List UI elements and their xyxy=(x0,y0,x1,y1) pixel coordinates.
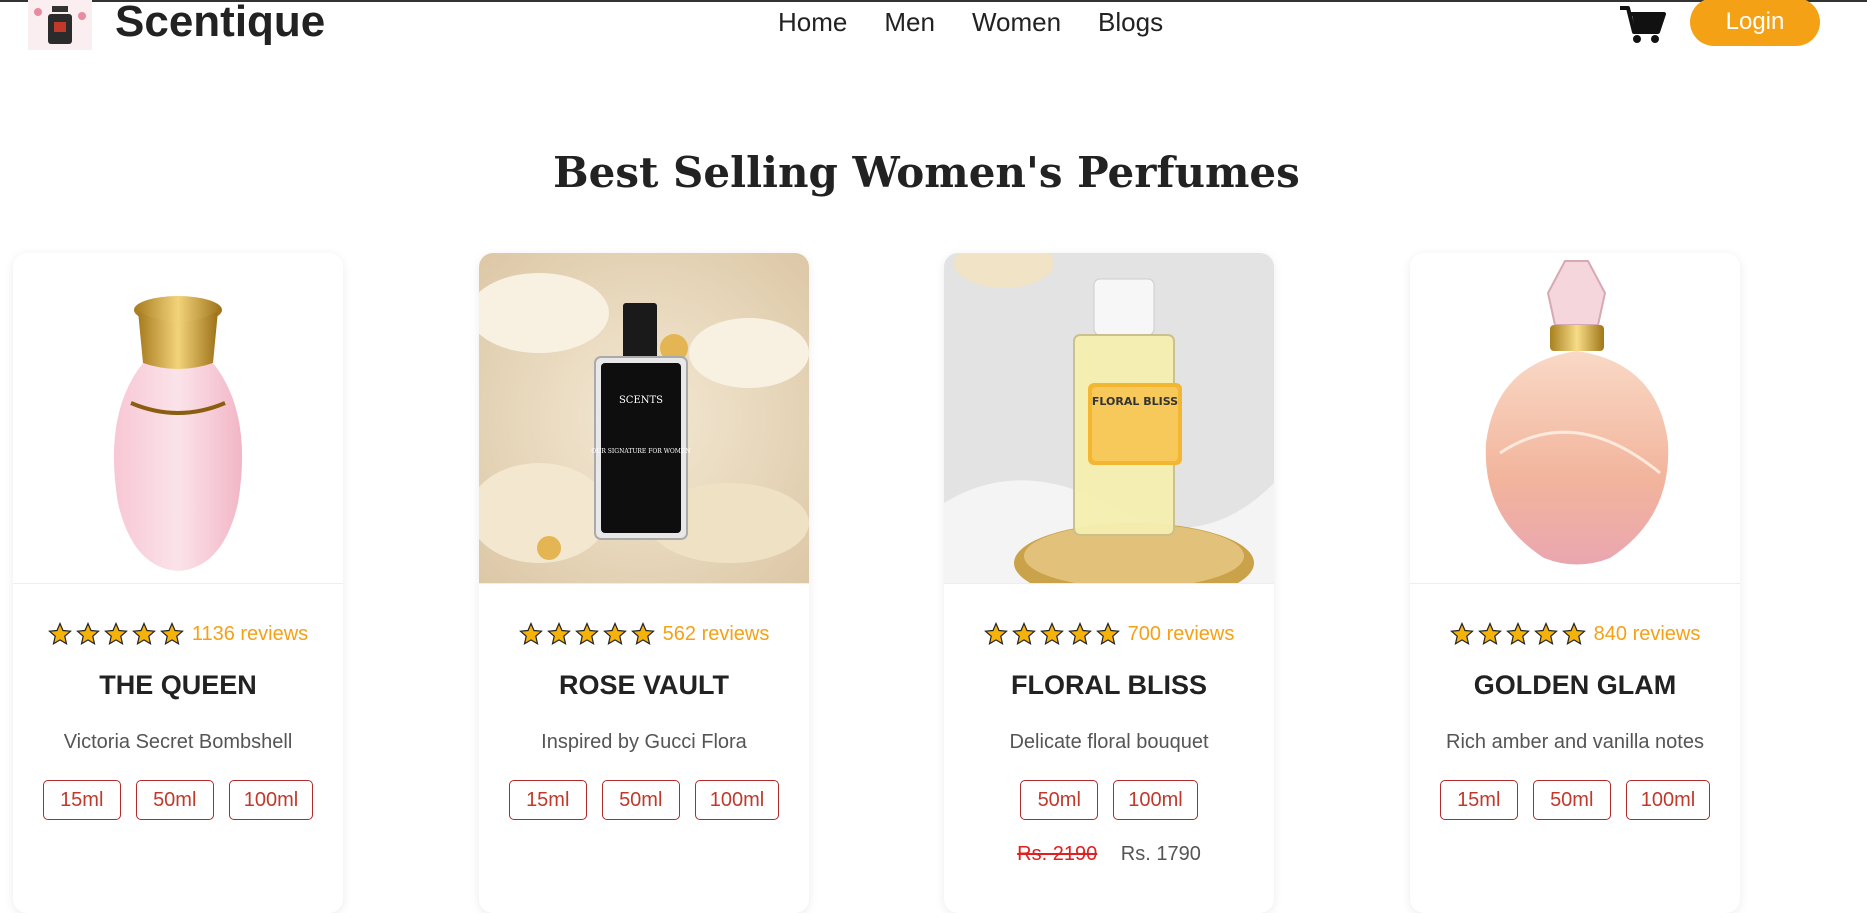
star-icon xyxy=(159,622,184,646)
size-option-15ml[interactable]: 15ml xyxy=(1439,780,1518,820)
size-option-100ml[interactable]: 100ml xyxy=(1625,780,1711,820)
product-image[interactable]: FLORAL BLISS xyxy=(944,253,1274,584)
size-option-100ml[interactable]: 100ml xyxy=(1113,780,1198,820)
product-image[interactable]: SCENTS OUR SIGNATURE FOR WOMEN xyxy=(479,253,809,584)
product-description: Delicate floral bouquet xyxy=(1009,731,1209,753)
product-description: Rich amber and vanilla notes xyxy=(1446,731,1704,753)
star-icon xyxy=(1533,622,1558,646)
star-icon xyxy=(47,622,72,646)
size-option-100ml[interactable]: 100ml xyxy=(694,780,780,820)
product-image[interactable] xyxy=(1410,253,1740,584)
nav-home[interactable]: Home xyxy=(778,6,847,38)
star-rating xyxy=(47,622,184,646)
star-icon xyxy=(630,622,655,646)
bottle-label: SCENTS xyxy=(619,395,663,406)
size-option-50ml[interactable]: 50ml xyxy=(135,780,214,820)
nav-blogs[interactable]: Blogs xyxy=(1098,6,1163,38)
star-icon xyxy=(103,622,128,646)
star-icon xyxy=(1561,622,1586,646)
product-description: Inspired by Gucci Flora xyxy=(541,731,747,753)
section-title: Best Selling Women's Perfumes xyxy=(553,148,1300,197)
size-option-15ml[interactable]: 15ml xyxy=(508,780,587,820)
login-button[interactable]: Login xyxy=(1690,0,1820,46)
star-icon xyxy=(1039,622,1064,646)
size-option-50ml[interactable]: 50ml xyxy=(1532,780,1611,820)
star-icon xyxy=(75,622,100,646)
star-icon xyxy=(1067,622,1092,646)
size-options: 15ml 50ml 100ml xyxy=(1435,780,1715,820)
review-count[interactable]: 1136 reviews xyxy=(192,623,308,646)
rating-row: 1136 reviews xyxy=(13,622,343,646)
product-name: THE QUEEN xyxy=(99,670,257,700)
star-icon xyxy=(1095,622,1120,646)
star-icon xyxy=(131,622,156,646)
product-name: GOLDEN GLAM xyxy=(1473,670,1677,700)
size-options: 50ml 100ml xyxy=(944,780,1274,820)
star-icon xyxy=(602,622,627,646)
star-icon xyxy=(518,622,543,646)
product-description: Victoria Secret Bombshell xyxy=(63,731,293,753)
size-option-50ml[interactable]: 50ml xyxy=(1020,780,1099,820)
rating-row: 840 reviews xyxy=(1410,622,1740,646)
brand-name[interactable]: Scentique xyxy=(115,0,325,44)
product-card[interactable]: SCENTS OUR SIGNATURE FOR WOMEN 562 revie… xyxy=(479,253,809,913)
star-icon xyxy=(1477,622,1502,646)
review-count[interactable]: 700 reviews xyxy=(1128,623,1235,646)
rating-row: 700 reviews xyxy=(944,622,1274,646)
bottle-sublabel: OUR SIGNATURE FOR WOMEN xyxy=(591,448,690,455)
review-count[interactable]: 840 reviews xyxy=(1594,623,1701,646)
product-name: ROSE VAULT xyxy=(558,670,729,700)
star-icon xyxy=(1011,622,1036,646)
star-rating xyxy=(983,622,1120,646)
rating-row: 562 reviews xyxy=(479,622,809,646)
original-price: Rs. 2190 xyxy=(1017,843,1098,865)
nav-men[interactable]: Men xyxy=(884,6,935,38)
product-card[interactable]: FLORAL BLISS 700 reviews FLORAL BLISS De… xyxy=(944,253,1274,913)
star-rating xyxy=(518,622,655,646)
product-card[interactable]: 1136 reviews THE QUEEN Victoria Secret B… xyxy=(13,253,343,913)
product-image[interactable] xyxy=(13,253,343,584)
star-icon xyxy=(1505,622,1530,646)
star-icon xyxy=(1449,622,1474,646)
star-icon xyxy=(546,622,571,646)
star-icon xyxy=(574,622,599,646)
size-option-15ml[interactable]: 15ml xyxy=(42,780,121,820)
review-count[interactable]: 562 reviews xyxy=(663,623,770,646)
size-options: 15ml 50ml 100ml xyxy=(504,780,784,820)
size-option-50ml[interactable]: 50ml xyxy=(601,780,680,820)
logo[interactable] xyxy=(28,0,92,50)
star-icon xyxy=(983,622,1008,646)
star-rating xyxy=(1449,622,1586,646)
cart-icon[interactable] xyxy=(1618,2,1666,46)
product-card[interactable]: 840 reviews GOLDEN GLAM Rich amber and v… xyxy=(1410,253,1740,913)
size-options: 15ml 50ml 100ml xyxy=(38,780,318,820)
nav-women[interactable]: Women xyxy=(972,6,1061,38)
bottle-label: FLORAL BLISS xyxy=(1092,395,1178,408)
price-row: Rs. 2190 Rs. 1790 xyxy=(944,843,1274,866)
product-name: FLORAL BLISS xyxy=(1010,670,1207,700)
size-option-100ml[interactable]: 100ml xyxy=(228,780,314,820)
main-nav: Home Men Women Blogs xyxy=(778,6,1200,38)
sale-price: Rs. 1790 xyxy=(1120,843,1201,865)
